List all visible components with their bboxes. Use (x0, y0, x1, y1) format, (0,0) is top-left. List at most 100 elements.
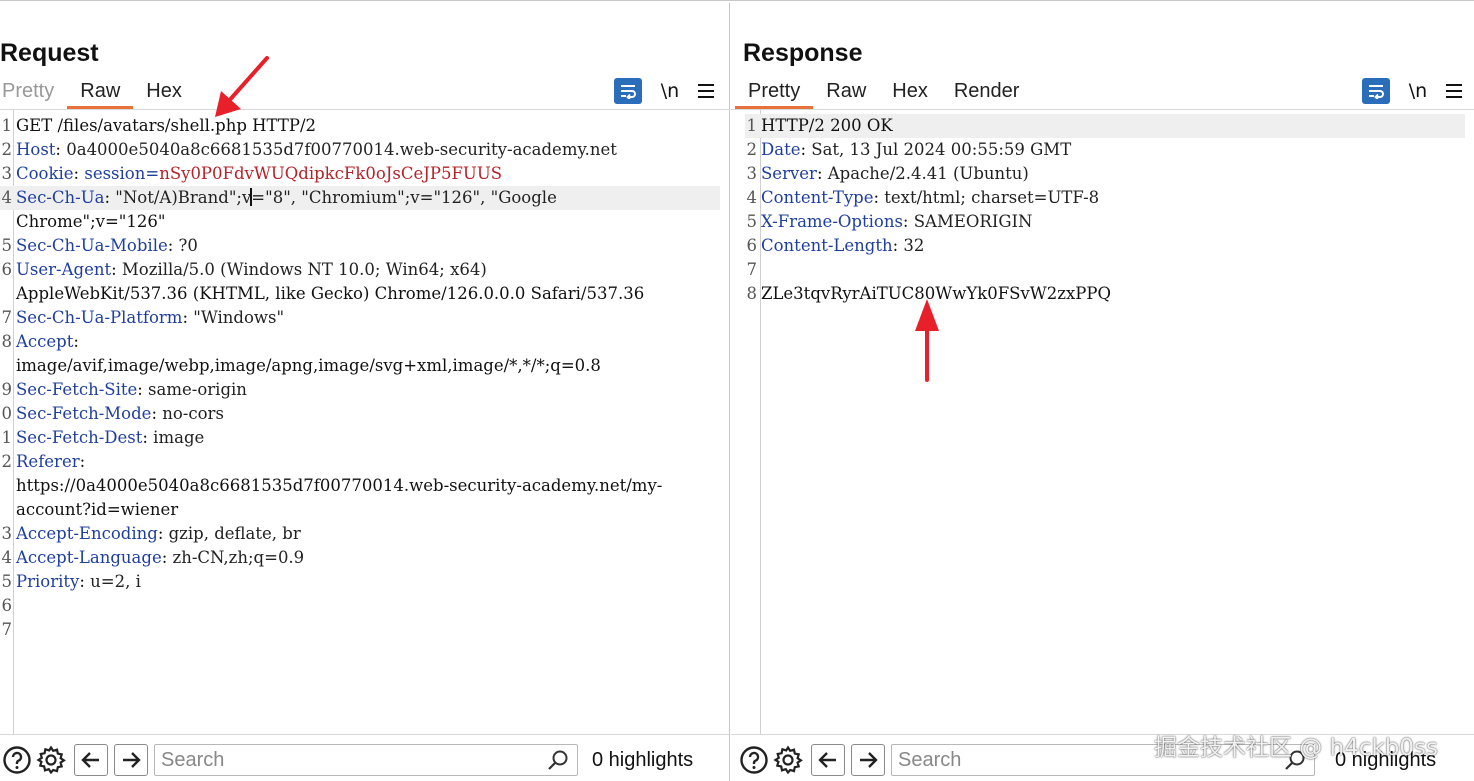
header-value: text/html; charset=UTF-8 (879, 188, 1100, 207)
line-number: 3 (1, 524, 13, 543)
header-name: Sec-Fetch-Mode (16, 404, 152, 423)
header-name: Referer (16, 452, 80, 471)
search-icon (547, 749, 569, 776)
request-pane: Request Pretty Raw Hex \n 1 GET /files/av… (0, 3, 730, 781)
header-value: zh-CN,zh;q=0.9 (167, 548, 305, 567)
menu-icon[interactable] (698, 84, 714, 98)
code-line-current: 1 HTTP/2 200 OK (745, 114, 1465, 138)
code-line: 5 Sec-Ch-Ua-Mobile: ?0 (0, 234, 720, 258)
next-match-button[interactable] (114, 744, 148, 776)
response-pane: Response Pretty Raw Hex Render \n 1 HTTP/… (731, 3, 1474, 781)
response-search-input[interactable] (892, 745, 1314, 775)
line-number: 7 (1, 620, 13, 639)
wrapped-line: AppleWebKit/537.36 (KHTML, like Gecko) C… (16, 284, 645, 303)
request-editor-tools: \n (614, 78, 714, 104)
request-tab-raw[interactable]: Raw (67, 77, 134, 109)
response-editor[interactable]: 1 HTTP/2 200 OK 2 Date: Sat, 13 Jul 2024 0… (731, 109, 1474, 735)
header-name: Sec-Ch-Ua-Mobile (16, 236, 168, 255)
response-title: Response (743, 39, 863, 67)
request-tab-hex[interactable]: Hex (133, 77, 195, 109)
code-line: 3 Server: Apache/2.4.41 (Ubuntu) (745, 162, 1465, 186)
response-tab-hex[interactable]: Hex (879, 77, 941, 109)
line-number: 6 (1, 260, 13, 279)
header-value: same-origin (142, 380, 247, 399)
code-line: 7​ (745, 258, 1465, 282)
settings-gear-icon[interactable] (34, 743, 68, 777)
response-tabs: Pretty Raw Hex Render (735, 77, 1032, 109)
line-number: 2 (1, 452, 13, 471)
response-tab-raw[interactable]: Raw (813, 77, 879, 109)
word-wrap-icon[interactable] (1362, 78, 1390, 104)
header-value: ?0 (173, 236, 198, 255)
settings-gear-icon[interactable] (771, 743, 805, 777)
code-line: 1 GET /files/avatars/shell.php HTTP/2 (0, 114, 720, 138)
line-number: 1 (746, 116, 758, 135)
header-value: SAMEORIGIN (908, 212, 1033, 231)
line-number: 1 (1, 428, 13, 447)
request-editor[interactable]: 1 GET /files/avatars/shell.php HTTP/2 2 Ho… (0, 109, 729, 735)
response-editor-tools: \n (1362, 78, 1462, 104)
previous-match-button[interactable] (811, 744, 845, 776)
wrapped-line: https://0a4000e5040a8c6681535d7f00770014… (16, 476, 663, 495)
code-line-current: 4 Sec-Ch-Ua: "Not/A)Brand";v="8", "Chromi… (0, 186, 720, 210)
line-number: 4 (1, 548, 13, 567)
next-match-button[interactable] (851, 744, 885, 776)
request-tab-pretty[interactable]: Pretty (0, 77, 67, 109)
header-name: X-Frame-Options (761, 212, 903, 231)
cookie-name: session= (79, 164, 160, 183)
help-icon[interactable] (0, 743, 34, 777)
code-line: 2 Referer: (0, 450, 720, 474)
header-value: gzip, deflate, br (163, 524, 301, 543)
line-number: 1 (1, 116, 13, 135)
header-name: Accept-Encoding (16, 524, 158, 543)
header-name: Sec-Ch-Ua-Platform (16, 308, 183, 327)
header-name: Content-Type (761, 188, 874, 207)
request-search-bar: 0 highlights (0, 740, 729, 780)
request-line: GET /files/avatars/shell.php HTTP/2 (16, 116, 317, 135)
wrapped-line: image/avif,image/webp,image/apng,image/s… (16, 356, 601, 375)
code-line: 5 Priority: u=2, i (0, 570, 720, 594)
code-line: 9 Sec-Fetch-Site: same-origin (0, 378, 720, 402)
code-line: 4 Accept-Language: zh-CN,zh;q=0.9 (0, 546, 720, 570)
request-search-field[interactable] (154, 744, 578, 776)
menu-icon[interactable] (1446, 84, 1462, 98)
request-tabs: Pretty Raw Hex (0, 77, 195, 109)
line-number: 3 (1, 164, 13, 183)
header-name: Date (761, 140, 801, 159)
response-code: 1 HTTP/2 200 OK 2 Date: Sat, 13 Jul 2024 0… (745, 114, 1465, 306)
request-code: 1 GET /files/avatars/shell.php HTTP/2 2 Ho… (0, 114, 720, 642)
header-name: User-Agent (16, 260, 112, 279)
word-wrap-icon[interactable] (614, 78, 642, 104)
header-name: Content-Length (761, 236, 893, 255)
code-line: 6​ (0, 594, 720, 618)
status-line: HTTP/2 200 OK (761, 116, 893, 135)
response-search-field[interactable] (891, 744, 1315, 776)
header-name: Sec-Fetch-Dest (16, 428, 143, 447)
header-name: Server (761, 164, 817, 183)
header-value: 0a4000e5040a8c6681535d7f00770014.web-sec… (60, 140, 617, 159)
request-title: Request (0, 39, 99, 67)
header-value: Apache/2.4.41 (Ubuntu) (822, 164, 1029, 183)
code-line: 6 Content-Length: 32 (745, 234, 1465, 258)
header-value: 32 (898, 236, 925, 255)
code-line: 2 Date: Sat, 13 Jul 2024 00:55:59 GMT (745, 138, 1465, 162)
help-icon[interactable] (737, 743, 771, 777)
header-value: ="8", "Chromium";v="126", "Google (251, 188, 557, 207)
header-name: Accept-Language (16, 548, 162, 567)
code-line: 2 Host: 0a4000e5040a8c6681535d7f00770014.… (0, 138, 720, 162)
line-number: 2 (1, 140, 13, 159)
line-number: 0 (1, 404, 13, 423)
previous-match-button[interactable] (74, 744, 108, 776)
response-tab-pretty[interactable]: Pretty (735, 77, 814, 109)
code-line: 1 Sec-Fetch-Dest: image (0, 426, 720, 450)
code-line: 8 ZLe3tqvRyrAiTUC80WwYk0FSvW2zxPPQ (745, 282, 1465, 306)
show-newlines-button[interactable]: \n (1406, 80, 1430, 102)
show-newlines-button[interactable]: \n (658, 80, 682, 102)
code-line: 8 Accept: (0, 330, 720, 354)
line-number: 7 (1, 308, 13, 327)
header-name: Accept (16, 332, 74, 351)
line-number: 4 (1, 188, 13, 207)
response-tab-render[interactable]: Render (941, 77, 1033, 109)
request-search-input[interactable] (155, 745, 577, 775)
code-line: 3 Accept-Encoding: gzip, deflate, br (0, 522, 720, 546)
